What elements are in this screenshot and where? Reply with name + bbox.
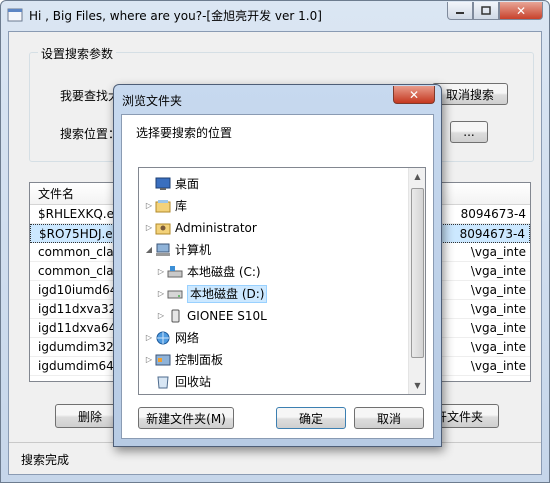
scroll-up-icon[interactable]: ▲ [409, 168, 425, 185]
expand-icon[interactable]: ▷ [155, 262, 167, 282]
dialog-close-button[interactable]: ✕ [393, 86, 435, 104]
cancel-search-button[interactable]: 取消搜索 [432, 83, 508, 105]
tree-item-drive-d[interactable]: ▷ 本地磁盘 (D:) [155, 284, 268, 304]
scroll-down-icon[interactable]: ▼ [409, 377, 425, 394]
computer-icon [156, 243, 170, 256]
browse-folder-dialog: 浏览文件夹 ✕ 选择要搜索的位置 桌面 ▷ 库 ▷ Administrator … [113, 84, 442, 447]
network-icon [156, 331, 170, 345]
app-icon [7, 8, 23, 22]
close-icon: ✕ [408, 87, 420, 102]
tree-item-gionee[interactable]: ▷ GIONEE S10L [155, 306, 267, 326]
collapse-icon[interactable]: ◢ [143, 240, 155, 260]
location-label: 搜索位置： [60, 127, 121, 141]
tree-item-desktop[interactable]: 桌面 [143, 174, 199, 194]
tree-scrollbar[interactable]: ▲ ▼ [408, 168, 425, 394]
cancel-button[interactable]: 取消 [354, 407, 424, 429]
minimize-icon [456, 11, 464, 14]
recycle-bin-icon [157, 376, 169, 389]
scroll-thumb[interactable] [411, 188, 424, 358]
group-label: 设置搜索参数 [38, 45, 117, 62]
dialog-prompt: 选择要搜索的位置 [136, 126, 233, 140]
find-label: 我要查找大 [60, 89, 121, 103]
tree-item-library[interactable]: ▷ 库 [143, 196, 187, 216]
status-text: 搜索完成 [21, 453, 70, 467]
control-panel-icon [155, 354, 171, 366]
expand-icon[interactable]: ▷ [143, 196, 155, 216]
close-button[interactable]: ✕ [499, 2, 543, 20]
new-folder-button[interactable]: 新建文件夹(M) [138, 407, 234, 429]
tree-item-drive-c[interactable]: ▷ 本地磁盘 (C:) [155, 262, 261, 282]
window-title: Hi , Big Files, where are you?-[金旭亮开发 ve… [29, 9, 322, 23]
desktop-icon [155, 177, 171, 190]
title-bar[interactable]: Hi , Big Files, where are you?-[金旭亮开发 ve… [1, 1, 549, 29]
tree-item-computer[interactable]: ◢ 计算机 [143, 240, 211, 260]
tree-item-network[interactable]: ▷ 网络 [143, 328, 199, 348]
expand-icon[interactable]: ▷ [155, 284, 167, 304]
close-icon: ✕ [515, 3, 527, 18]
minimize-button[interactable] [447, 2, 473, 20]
expand-icon[interactable]: ▷ [143, 350, 155, 370]
tree-item-recycle-bin[interactable]: 回收站 [143, 372, 211, 392]
phone-icon [171, 309, 180, 323]
tree-item-administrator[interactable]: ▷ Administrator [143, 218, 257, 238]
maximize-icon [481, 5, 491, 15]
system-drive-icon [167, 266, 183, 278]
expand-icon[interactable]: ▷ [155, 306, 167, 326]
user-folder-icon [155, 223, 171, 235]
dialog-title: 浏览文件夹 [122, 94, 183, 108]
folder-tree[interactable]: 桌面 ▷ 库 ▷ Administrator ◢ 计算机 ▷ 本地磁盘 (C:) [138, 167, 426, 395]
dialog-body: 选择要搜索的位置 桌面 ▷ 库 ▷ Administrator ◢ 计算机 ▷ … [121, 114, 434, 439]
tree-item-control-panel[interactable]: ▷ 控制面板 [143, 350, 223, 370]
browse-button[interactable]: ... [450, 121, 488, 143]
expand-icon[interactable]: ▷ [143, 328, 155, 348]
library-icon [155, 200, 171, 213]
maximize-button[interactable] [473, 2, 499, 20]
drive-icon [167, 290, 183, 299]
expand-icon[interactable]: ▷ [143, 218, 155, 238]
ok-button[interactable]: 确定 [276, 407, 346, 429]
